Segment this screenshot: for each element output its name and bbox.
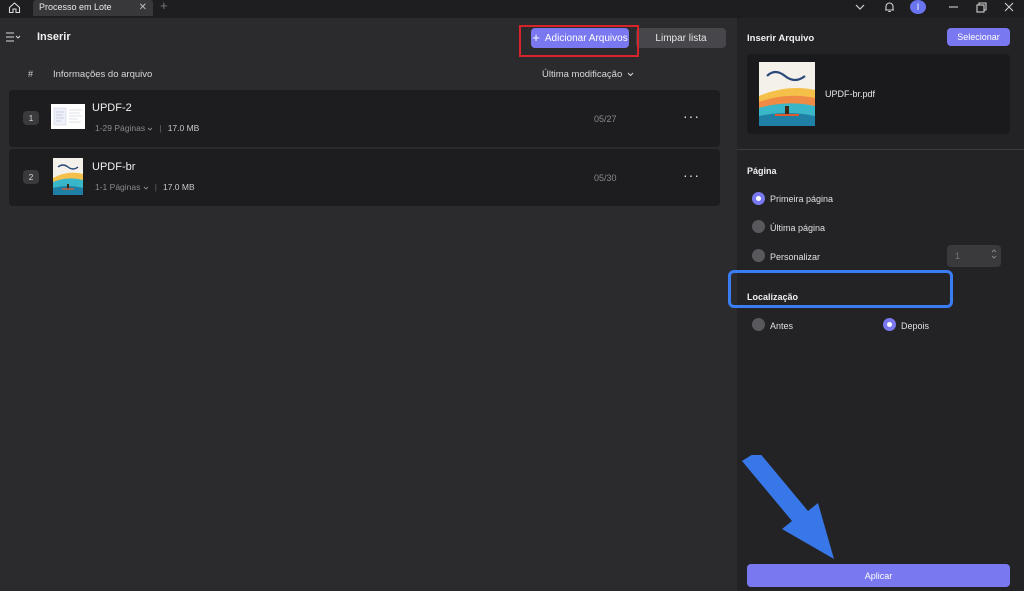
chevron-down-icon[interactable] (855, 0, 865, 14)
section-divider (737, 149, 1024, 150)
radio-custom-page-label: Personalizar (770, 252, 821, 262)
page-stepper-icon[interactable] (991, 247, 997, 264)
file-thumbnail (51, 104, 85, 129)
file-date: 05/27 (594, 114, 617, 124)
radio-first-page[interactable] (752, 192, 765, 205)
page-section-title: Página (747, 166, 777, 176)
pointer-arrow-icon (742, 455, 834, 559)
page-range-label: 1-1 Páginas (95, 182, 141, 192)
column-header-modified-label: Última modificação (542, 69, 623, 80)
page-range-dropdown[interactable]: 1-1 Páginas (95, 182, 149, 192)
close-tab-icon[interactable]: ✕ (139, 1, 147, 15)
panel-title: Inserir (37, 31, 71, 43)
selected-file-card: UPDF-br.pdf (747, 54, 1010, 134)
highlight-box-blue (728, 270, 953, 308)
title-bar: Processo em Lote ✕ + I (0, 0, 1024, 18)
file-size: 17.0 MB (167, 123, 200, 133)
radio-first-page-label: Primeira página (770, 194, 834, 204)
row-number: 1 (23, 111, 39, 125)
page-range-dropdown[interactable]: 1-29 Páginas (95, 123, 153, 133)
file-date: 05/30 (594, 173, 617, 183)
file-thumbnail (53, 158, 83, 195)
radio-after-label: Depois (901, 321, 930, 331)
file-name: UPDF-2 (92, 102, 132, 114)
more-options-icon[interactable]: ··· (683, 108, 700, 124)
file-meta: 1-1 Páginas | 17.0 MB (95, 182, 195, 192)
tab-batch-process[interactable]: Processo em Lote ✕ (33, 0, 153, 16)
apply-button[interactable]: Aplicar (747, 564, 1010, 587)
row-number: 2 (23, 170, 39, 184)
file-list-panel: Inserir + Adicionar Arquivos Limpar list… (0, 18, 733, 591)
page-range-chevron-icon (143, 186, 149, 190)
file-meta: 1-29 Páginas | 17.0 MB (95, 123, 199, 133)
menu-icon[interactable] (6, 31, 22, 45)
clear-list-button[interactable]: Limpar lista (636, 28, 726, 48)
minimize-icon[interactable] (948, 0, 959, 14)
radio-custom-page[interactable] (752, 249, 765, 262)
new-tab-icon[interactable]: + (160, 0, 168, 12)
home-icon[interactable] (4, 0, 24, 15)
insert-file-title: Inserir Arquivo (747, 33, 815, 44)
radio-last-page[interactable] (752, 220, 765, 233)
meta-divider: | (154, 182, 157, 192)
page-range-chevron-icon (148, 127, 153, 131)
column-header-modified[interactable]: Última modificação (542, 69, 634, 80)
tab-label: Processo em Lote (39, 2, 112, 12)
highlight-box-red (519, 25, 639, 57)
radio-before[interactable] (752, 318, 765, 331)
page-range-label: 1-29 Páginas (95, 123, 146, 133)
location-section-title: Localização (747, 292, 799, 302)
bell-icon[interactable] (884, 0, 895, 14)
sort-chevron-icon (627, 72, 634, 77)
file-name: UPDF-br (92, 161, 136, 173)
radio-before-label: Antes (770, 321, 794, 331)
selected-file-thumbnail (759, 62, 815, 126)
user-avatar[interactable]: I (910, 0, 926, 14)
select-file-button[interactable]: Selecionar (947, 28, 1010, 46)
column-header-number: # (28, 69, 34, 79)
file-row[interactable]: 2 UPDF-br 1-1 Páginas | 17.0 MB 05/30 ··… (9, 149, 720, 206)
file-size: 17.0 MB (162, 182, 195, 192)
file-row[interactable]: 1 UPDF-2 1-29 Páginas | 17.0 MB 05/27 ··… (9, 90, 720, 147)
radio-last-page-label: Última página (770, 223, 826, 233)
radio-after[interactable] (883, 318, 896, 331)
meta-divider: | (159, 123, 162, 133)
close-window-icon[interactable] (1004, 0, 1014, 14)
column-header-file-info: Informações do arquivo (53, 69, 153, 80)
restore-icon[interactable] (976, 0, 987, 14)
more-options-icon[interactable]: ··· (683, 167, 700, 183)
selected-file-name: UPDF-br.pdf (825, 89, 876, 99)
